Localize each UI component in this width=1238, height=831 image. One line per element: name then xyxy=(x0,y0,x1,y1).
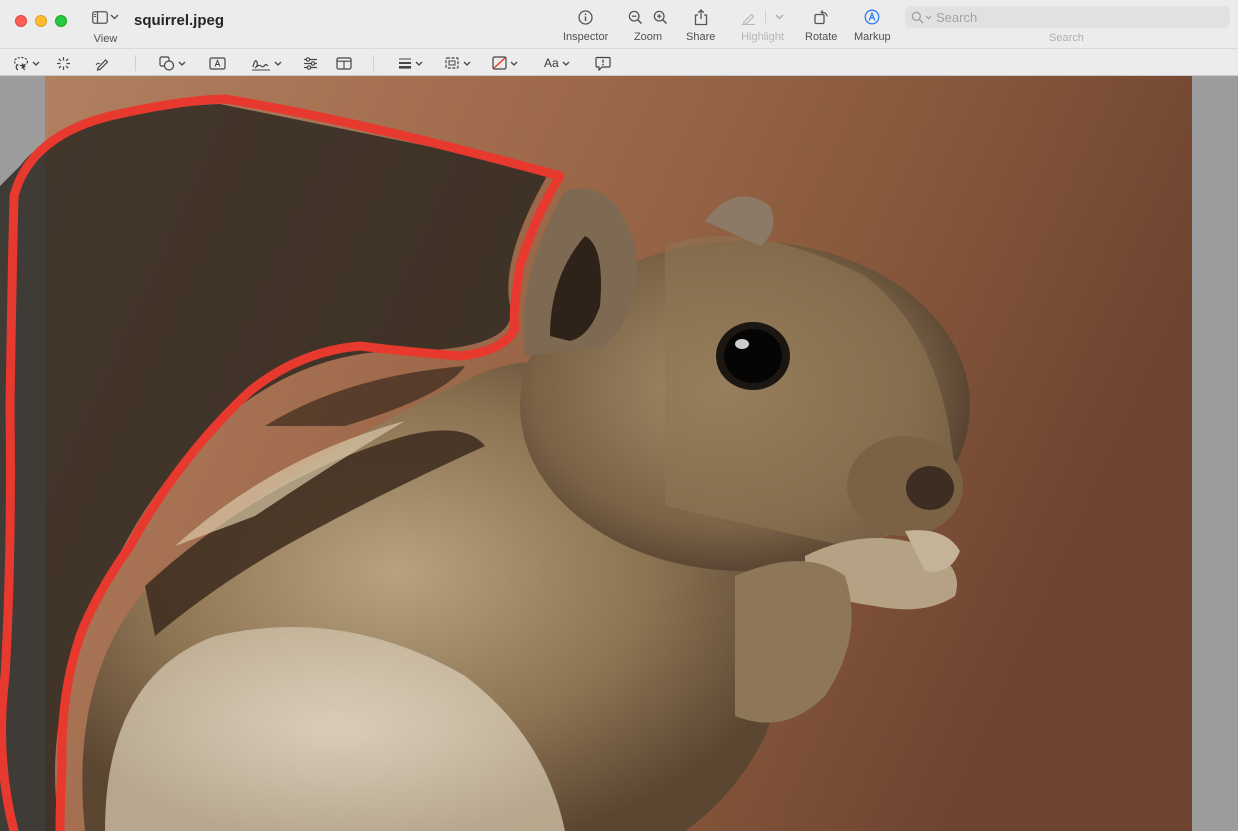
chevron-down-icon xyxy=(925,15,932,20)
highlight-pen-icon xyxy=(742,13,755,25)
border-color-icon xyxy=(445,57,459,69)
search-placeholder: Search xyxy=(936,9,978,25)
info-icon xyxy=(578,9,593,25)
shapes-button[interactable] xyxy=(159,54,186,72)
page-layout-button[interactable] xyxy=(336,54,352,72)
sketch-button[interactable] xyxy=(95,54,110,72)
markup-toolbar: Aa xyxy=(0,48,1238,76)
chevron-down-icon xyxy=(775,14,784,20)
selection-tools-button[interactable] xyxy=(13,54,40,72)
shapes-icon xyxy=(159,55,175,71)
text-style-button[interactable]: Aa xyxy=(544,54,570,72)
document-title: squirrel.jpeg xyxy=(134,12,225,29)
chevron-down-icon xyxy=(463,61,471,66)
border-color-button[interactable] xyxy=(444,54,471,72)
sketch-icon xyxy=(95,58,109,71)
zoom-button-group[interactable]: Zoom xyxy=(628,8,668,43)
share-button[interactable]: Share xyxy=(686,8,715,43)
close-window-button[interactable] xyxy=(15,15,27,27)
text-box-button[interactable] xyxy=(209,54,226,72)
chevron-down-icon xyxy=(178,61,186,66)
chevron-down-icon xyxy=(32,61,40,66)
markup-icon xyxy=(864,9,880,25)
text-style-label: Aa xyxy=(544,56,559,70)
rotate-icon xyxy=(814,9,828,25)
search-icon xyxy=(911,11,924,23)
inspector-label: Inspector xyxy=(563,31,609,43)
chevron-down-icon xyxy=(274,61,282,66)
highlight-button[interactable]: Highlight xyxy=(741,8,784,43)
view-label: View xyxy=(93,33,118,45)
toolbar-divider xyxy=(135,55,136,71)
shape-style-button[interactable] xyxy=(398,54,423,72)
chevron-down-icon xyxy=(415,61,423,66)
view-menu-button[interactable]: View xyxy=(92,8,119,45)
adjust-color-icon xyxy=(304,56,317,70)
zoom-window-button[interactable] xyxy=(55,15,67,27)
note-button[interactable] xyxy=(595,54,611,72)
title-bar: View squirrel.jpeg Inspector Zoom Share … xyxy=(0,0,1238,48)
markup-button[interactable]: Markup xyxy=(854,8,891,43)
text-box-icon xyxy=(209,56,226,70)
share-icon xyxy=(694,8,707,25)
zoom-in-icon[interactable] xyxy=(653,10,668,25)
page-layout-icon xyxy=(336,56,352,70)
line-style-icon xyxy=(399,58,411,69)
instant-alpha-button[interactable] xyxy=(56,54,71,72)
search-field[interactable]: Search xyxy=(905,6,1230,28)
markup-label: Markup xyxy=(854,31,891,43)
chevron-down-icon xyxy=(510,61,518,66)
document-canvas[interactable] xyxy=(0,76,1238,831)
fill-color-button[interactable] xyxy=(492,54,518,72)
share-label: Share xyxy=(686,31,716,43)
rotate-label: Rotate xyxy=(805,31,838,43)
zoom-label: Zoom xyxy=(633,31,663,43)
signature-icon xyxy=(252,59,270,70)
adjust-color-button[interactable] xyxy=(303,54,318,72)
chevron-down-icon xyxy=(562,61,570,66)
selected-region xyxy=(0,104,550,831)
inspector-button[interactable]: Inspector xyxy=(563,8,608,43)
fill-color-icon xyxy=(492,56,507,70)
selection-overlay xyxy=(0,76,565,831)
sidebar-icon xyxy=(92,10,108,24)
zoom-out-icon[interactable] xyxy=(628,10,643,25)
lasso-selection-icon xyxy=(13,56,29,70)
minimize-window-button[interactable] xyxy=(35,15,47,27)
toolbar-divider xyxy=(373,55,374,71)
chevron-down-icon xyxy=(110,14,119,20)
rotate-button[interactable]: Rotate xyxy=(805,8,837,43)
instant-alpha-icon xyxy=(57,56,70,70)
signature-button[interactable] xyxy=(251,54,282,72)
note-icon xyxy=(595,56,611,71)
highlight-label: Highlight xyxy=(741,31,784,43)
search-label: Search xyxy=(1049,32,1084,44)
